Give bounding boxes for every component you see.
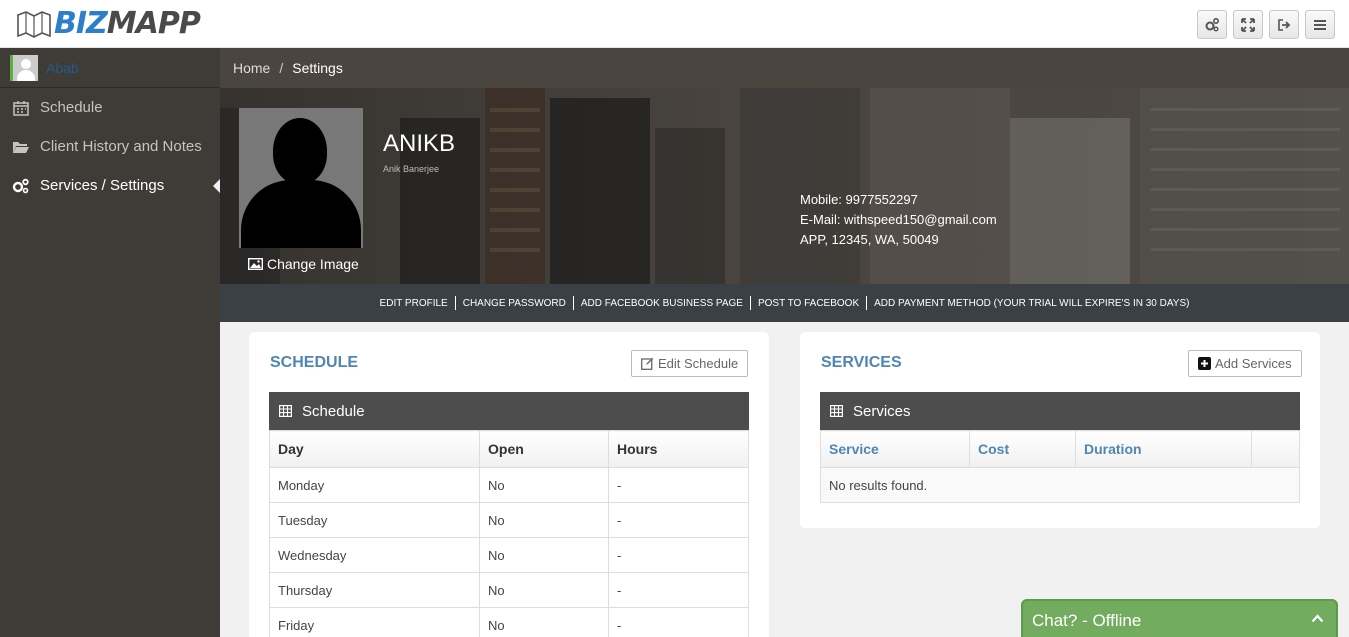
- cell-open: No: [479, 537, 609, 573]
- map-icon: [16, 9, 52, 39]
- schedule-panel: SCHEDULE Edit Schedule Schedule Day Open…: [249, 332, 769, 637]
- sidebar-item-label: Schedule: [40, 99, 103, 116]
- services-table: Service Cost Duration No results found.: [820, 430, 1300, 503]
- breadcrumb-home[interactable]: Home: [233, 60, 270, 76]
- breadcrumb-current: Settings: [292, 60, 343, 76]
- chat-widget[interactable]: Chat? - Offline: [1021, 599, 1338, 637]
- contact-email: E-Mail: withspeed150@gmail.com: [800, 212, 997, 227]
- add-services-button[interactable]: Add Services: [1188, 350, 1302, 377]
- calendar-icon: [12, 100, 30, 116]
- schedule-table: Day Open Hours Monday No - Tuesday No - …: [269, 430, 749, 637]
- add-payment-method-link[interactable]: ADD PAYMENT METHOD (YOUR TRIAL WILL EXPI…: [867, 298, 1196, 309]
- post-to-facebook-link[interactable]: POST TO FACEBOOK: [751, 298, 866, 309]
- table-row: Friday No -: [269, 607, 749, 637]
- column-header-hours: Hours: [608, 430, 749, 468]
- schedule-table-header: Schedule: [269, 392, 749, 430]
- column-header-day: Day: [269, 430, 480, 468]
- gears-icon: [12, 178, 30, 194]
- services-panel: SERVICES Add Services Services Service C…: [800, 332, 1320, 528]
- profile-action-bar: EDIT PROFILE CHANGE PASSWORD ADD FACEBOO…: [220, 284, 1349, 322]
- services-table-header: Services: [820, 392, 1300, 430]
- chevron-up-icon[interactable]: [1311, 614, 1324, 623]
- sidebar-item-label: Services / Settings: [40, 177, 165, 194]
- sidebar: Abab Schedule Client History and Notes S…: [0, 48, 220, 637]
- logout-button[interactable]: [1269, 10, 1299, 39]
- edit-profile-link[interactable]: EDIT PROFILE: [373, 298, 455, 309]
- top-header: BIZMAPP: [0, 0, 1349, 48]
- expand-icon: [1241, 17, 1255, 32]
- edit-schedule-button[interactable]: Edit Schedule: [631, 350, 749, 377]
- column-header-service[interactable]: Service: [820, 430, 970, 468]
- schedule-title: SCHEDULE: [270, 354, 359, 371]
- table-row: No results found.: [820, 467, 1300, 503]
- change-image-link[interactable]: Change Image: [248, 256, 359, 272]
- gears-icon: [1205, 17, 1220, 31]
- bizmapp-logo[interactable]: BIZMAPP: [16, 6, 201, 41]
- sidebar-item-client-history[interactable]: Client History and Notes: [0, 127, 220, 166]
- cell-hours: -: [608, 572, 749, 608]
- menu-button[interactable]: [1305, 10, 1335, 39]
- table-row: Thursday No -: [269, 572, 749, 608]
- cell-open: No: [479, 607, 609, 637]
- chat-label: Chat? - Offline: [1032, 611, 1142, 630]
- column-header-cost[interactable]: Cost: [969, 430, 1076, 468]
- user-name[interactable]: Abab: [46, 60, 79, 76]
- column-header-actions: [1251, 430, 1300, 468]
- column-header-duration[interactable]: Duration: [1075, 430, 1252, 468]
- sign-out-icon: [1278, 18, 1291, 31]
- plus-square-icon: [1198, 357, 1211, 370]
- edit-icon: [641, 357, 654, 370]
- empty-message: No results found.: [820, 467, 1300, 503]
- cell-day: Tuesday: [269, 502, 480, 538]
- profile-banner: Change Image ANIKB Anik Banerjee Mobile:…: [220, 88, 1349, 284]
- column-header-open: Open: [479, 430, 609, 468]
- table-row: Tuesday No -: [269, 502, 749, 538]
- breadcrumb-separator: /: [279, 60, 284, 76]
- cell-day: Friday: [269, 607, 480, 637]
- sidebar-item-schedule[interactable]: Schedule: [0, 88, 220, 127]
- logo-text: BIZMAPP: [54, 6, 201, 41]
- active-indicator: [213, 179, 220, 193]
- profile-image: [239, 108, 363, 248]
- cell-open: No: [479, 467, 609, 503]
- profile-name: ANIKB: [383, 130, 456, 157]
- sidebar-item-services-settings[interactable]: Services / Settings: [0, 166, 220, 205]
- table-row: Monday No -: [269, 467, 749, 503]
- settings-gears-button[interactable]: [1197, 10, 1227, 39]
- cell-day: Thursday: [269, 572, 480, 608]
- table-icon: [830, 405, 843, 417]
- cell-day: Wednesday: [269, 537, 480, 573]
- table-row: Wednesday No -: [269, 537, 749, 573]
- cell-open: No: [479, 502, 609, 538]
- fullscreen-button[interactable]: [1233, 10, 1263, 39]
- folder-open-icon: [12, 139, 30, 155]
- cell-open: No: [479, 572, 609, 608]
- cell-hours: -: [608, 537, 749, 573]
- cell-hours: -: [608, 467, 749, 503]
- cell-hours: -: [608, 607, 749, 637]
- add-facebook-page-link[interactable]: ADD FACEBOOK BUSINESS PAGE: [574, 298, 750, 309]
- table-icon: [279, 405, 292, 417]
- hamburger-icon: [1314, 19, 1326, 30]
- contact-info: Mobile: 9977552297 E-Mail: withspeed150@…: [800, 190, 997, 250]
- profile-full-name: Anik Banerjee: [383, 164, 440, 174]
- sidebar-item-label: Client History and Notes: [40, 138, 202, 155]
- city-background-image: [220, 88, 1349, 284]
- sidebar-user[interactable]: Abab: [0, 48, 220, 88]
- breadcrumb: Home / Settings: [220, 48, 1349, 88]
- picture-icon: [248, 258, 263, 270]
- change-password-link[interactable]: CHANGE PASSWORD: [456, 298, 573, 309]
- cell-day: Monday: [269, 467, 480, 503]
- contact-address: APP, 12345, WA, 50049: [800, 232, 939, 247]
- avatar: [10, 54, 38, 81]
- contact-mobile: Mobile: 9977552297: [800, 192, 918, 207]
- cell-hours: -: [608, 502, 749, 538]
- services-title: SERVICES: [821, 354, 902, 371]
